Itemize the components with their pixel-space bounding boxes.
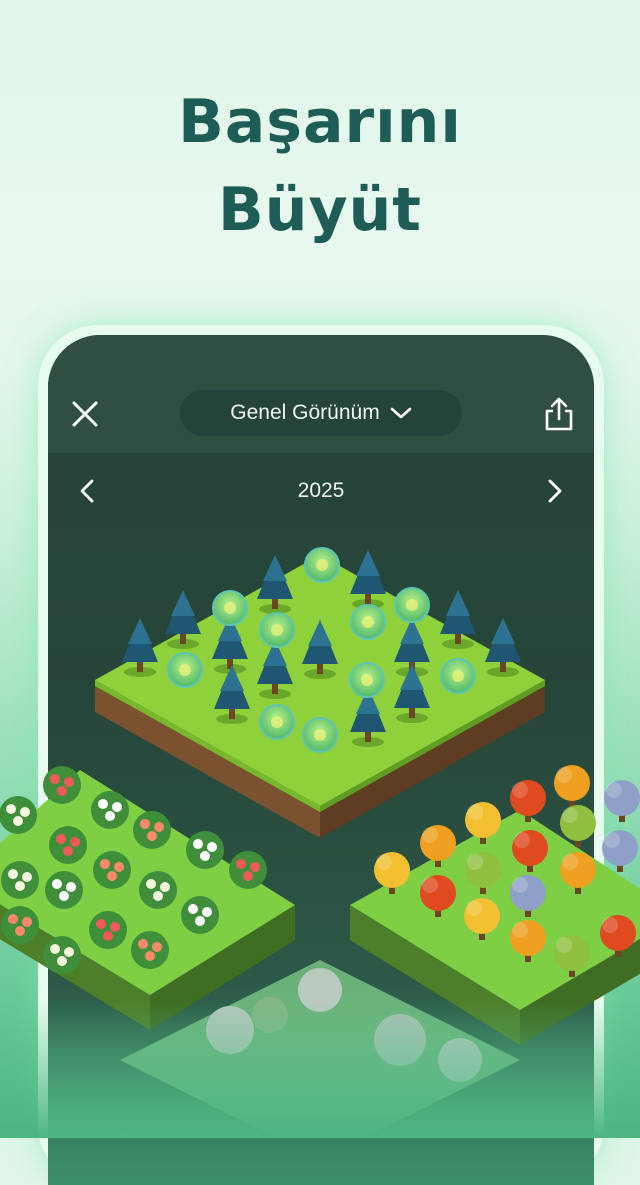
- headline-line-1: Başarını: [178, 87, 462, 157]
- year-label: 2025: [297, 479, 345, 502]
- autumn-tree: [600, 915, 636, 957]
- autumn-tree: [602, 830, 638, 872]
- view-selector[interactable]: Genel Görünüm: [180, 390, 462, 436]
- close-icon: [72, 401, 98, 427]
- view-selector-label: Genel Görünüm: [230, 401, 380, 424]
- chevron-right-icon: [548, 479, 562, 503]
- top-bar: Genel Görünüm: [48, 335, 594, 453]
- close-button[interactable]: [68, 397, 102, 431]
- share-icon: [545, 397, 573, 431]
- phone-screen: Genel Görünüm 2025: [48, 335, 594, 1185]
- flower-bush: [0, 796, 37, 834]
- year-navigator: 2025: [48, 453, 594, 529]
- flower-bush: [1, 906, 39, 944]
- flower-bush: [1, 861, 39, 899]
- headline: Başarını Büyüt: [0, 78, 640, 254]
- headline-line-2: Büyüt: [218, 175, 422, 245]
- next-year-button[interactable]: [538, 475, 570, 507]
- share-button[interactable]: [542, 395, 576, 433]
- chevron-down-icon: [390, 407, 412, 419]
- autumn-tree: [604, 780, 640, 822]
